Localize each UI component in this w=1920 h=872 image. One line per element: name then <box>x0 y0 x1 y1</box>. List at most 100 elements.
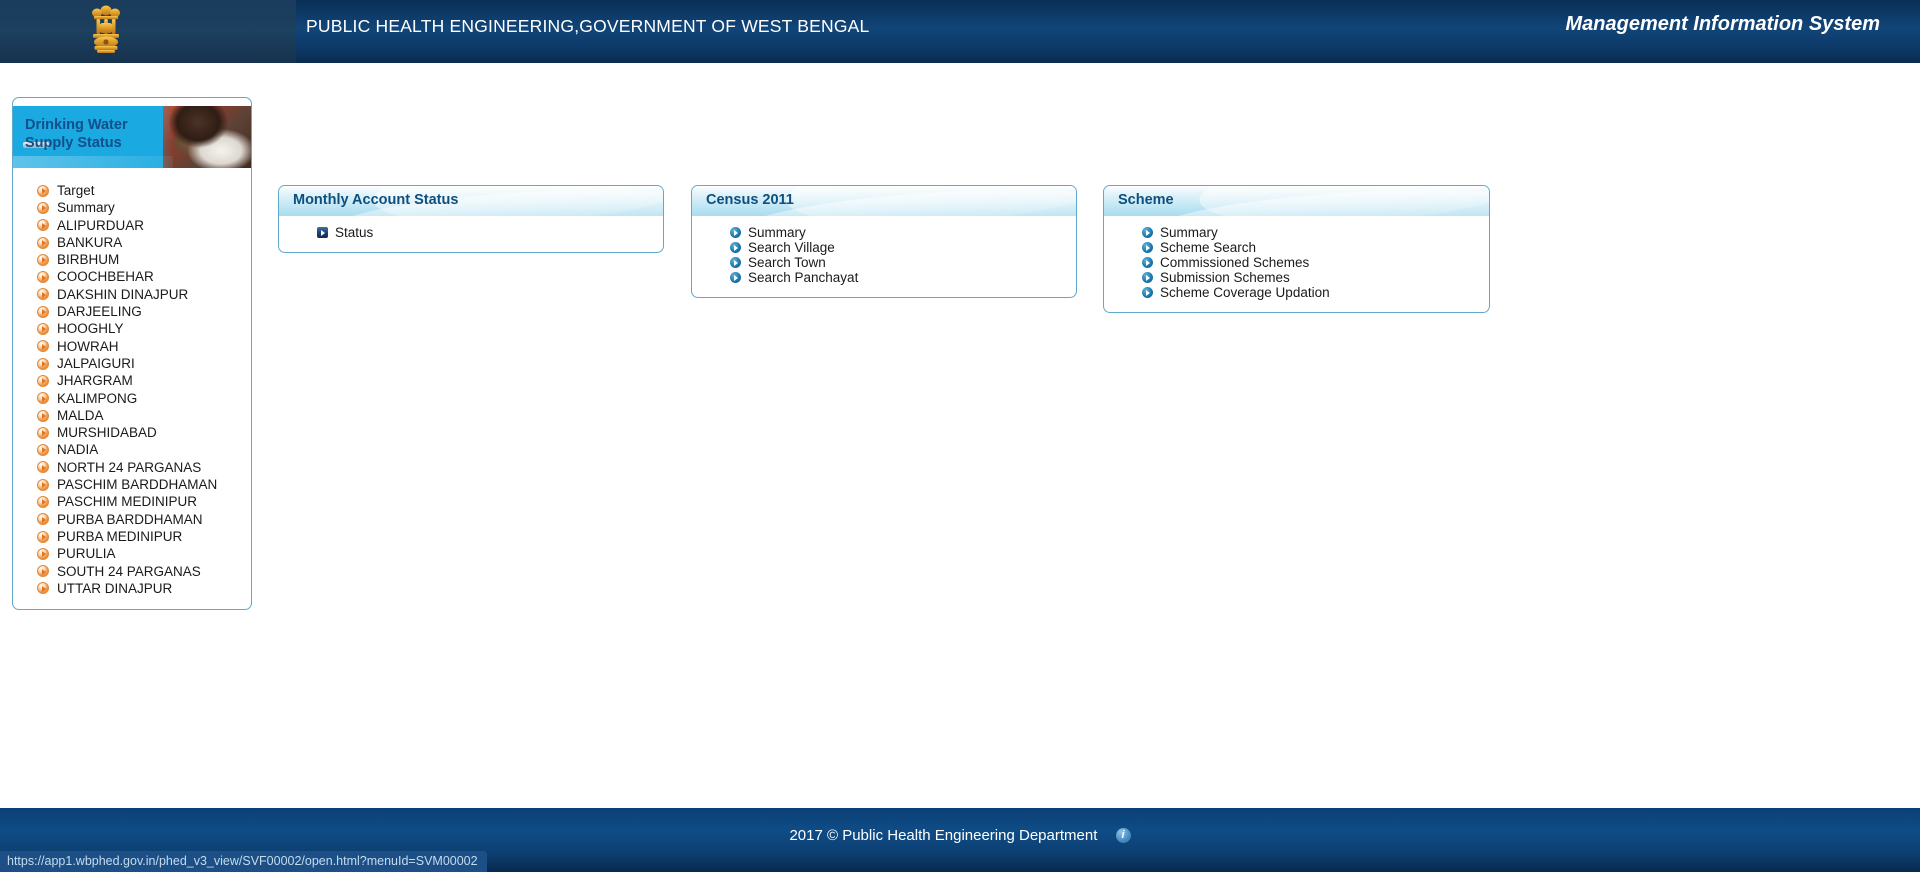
sidebar-menu-item[interactable]: NADIA <box>37 441 251 458</box>
sidebar-menu-item[interactable]: PURBA BARDDHAMAN <box>37 511 251 528</box>
sidebar-menu-item[interactable]: COOCHBEHAR <box>37 268 251 285</box>
orange-arrow-icon <box>37 495 49 508</box>
sidebar-menu-item[interactable]: HOOGHLY <box>37 320 251 337</box>
district-menu-list: Target Summary ALIPURDUAR BANKURA BIRBHUM COO… <box>13 168 251 609</box>
sidebar-menu-item-label: PASCHIM BARDDHAMAN <box>57 477 218 493</box>
sidebar-menu-item[interactable]: MALDA <box>37 407 251 424</box>
scheme-item[interactable]: Scheme Coverage Updation <box>1142 285 1489 300</box>
sidebar-menu-item[interactable]: DAKSHIN DINAJPUR <box>37 286 251 303</box>
census-2011-header: Census 2011 <box>692 186 1076 216</box>
panel-title: Monthly Account Status <box>293 192 459 208</box>
scheme-panel: Scheme Summary Scheme Search Commissioned … <box>1103 185 1490 313</box>
census-2011-panel: Census 2011 Summary Search Village Search … <box>691 185 1077 298</box>
sidebar-menu-item-label: MURSHIDABAD <box>57 425 157 441</box>
orange-arrow-icon <box>37 288 49 301</box>
census-2011-body: Summary Search Village Search Town Search P… <box>692 216 1076 297</box>
banner-bottom-strip <box>13 156 173 168</box>
census-2011-item[interactable]: Search Town <box>730 255 1076 270</box>
sidebar-menu-item-label: KALIMPONG <box>57 390 138 406</box>
sidebar-menu-item[interactable]: JHARGRAM <box>37 372 251 389</box>
sidebar-menu-item-label: NORTH 24 PARGANAS <box>57 459 202 475</box>
sidebar-menu-item[interactable]: JALPAIGURI <box>37 355 251 372</box>
sidebar-menu-item[interactable]: SOUTH 24 PARGANAS <box>37 563 251 580</box>
monthly-account-status-item-label: Status <box>335 225 374 240</box>
orange-arrow-icon <box>37 513 49 526</box>
sidebar-menu-item-label: SOUTH 24 PARGANAS <box>57 563 201 579</box>
sidebar-menu-item[interactable]: PURBA MEDINIPUR <box>37 528 251 545</box>
sidebar-menu-item-label: COOCHBEHAR <box>57 269 154 285</box>
sidebar-menu-item[interactable]: HOWRAH <box>37 338 251 355</box>
sidebar-menu-item[interactable]: Summary <box>37 199 251 216</box>
footer-copyright: 2017 © Public Health Engineering Departm… <box>789 826 1098 844</box>
census-2011-item[interactable]: Summary <box>730 225 1076 240</box>
sidebar-menu-item[interactable]: UTTAR DINAJPUR <box>37 580 251 597</box>
sidebar-menu-item[interactable]: MURSHIDABAD <box>37 424 251 441</box>
scheme-item[interactable]: Submission Schemes <box>1142 270 1489 285</box>
sidebar-menu-item-label: BIRBHUM <box>57 252 120 268</box>
sidebar-menu-item[interactable]: ALIPURDUAR <box>37 217 251 234</box>
orange-arrow-icon <box>37 409 49 422</box>
monthly-account-status-header: Monthly Account Status <box>279 186 663 216</box>
sidebar-menu-item[interactable]: BANKURA <box>37 234 251 251</box>
banner-title: Drinking Water Supply Status <box>25 117 128 151</box>
orange-arrow-icon <box>37 340 49 353</box>
scheme-item[interactable]: Scheme Search <box>1142 240 1489 255</box>
sidebar-menu-item[interactable]: Target <box>37 182 251 199</box>
sidebar-menu-item[interactable]: PASCHIM MEDINIPUR <box>37 493 251 510</box>
scheme-header: Scheme <box>1104 186 1489 216</box>
scheme-item[interactable]: Commissioned Schemes <box>1142 255 1489 270</box>
sidebar-menu-item-label: PASCHIM MEDINIPUR <box>57 494 198 510</box>
sidebar-menu-item[interactable]: PURULIA <box>37 545 251 562</box>
browser-status-bar-url: https://app1.wbphed.gov.in/phed_v3_view/… <box>0 851 487 872</box>
sidebar-menu-item-label: MALDA <box>57 407 104 423</box>
monthly-account-status-list: Status <box>279 225 663 240</box>
sidebar-menu-item-label: ALIPURDUAR <box>57 217 145 233</box>
orange-arrow-icon <box>37 184 49 197</box>
main-content: Drinking Water Supply Status Target Summa… <box>0 63 1920 808</box>
blue-arrow-icon <box>730 257 741 268</box>
sidebar-menu-item-label: BANKURA <box>57 234 123 250</box>
sidebar-menu-item[interactable]: NORTH 24 PARGANAS <box>37 459 251 476</box>
sidebar-menu-item-label: DAKSHIN DINAJPUR <box>57 286 189 302</box>
orange-arrow-icon <box>37 253 49 266</box>
blue-arrow-icon <box>730 272 741 283</box>
census-2011-item-label: Summary <box>748 225 806 240</box>
drinking-water-banner: Drinking Water Supply Status <box>13 106 251 168</box>
header-emblem-block <box>0 0 296 63</box>
scheme-body: Summary Scheme Search Commissioned Schemes… <box>1104 216 1489 312</box>
app-header: PUBLIC HEALTH ENGINEERING,GOVERNMENT OF … <box>0 0 1920 63</box>
scheme-item-label: Summary <box>1160 225 1218 240</box>
monthly-account-status-body: Status <box>279 216 663 252</box>
census-2011-item-label: Search Panchayat <box>748 270 859 285</box>
sidebar-menu-item-label: Summary <box>57 200 115 216</box>
orange-arrow-icon <box>37 323 49 336</box>
orange-arrow-icon <box>37 374 49 387</box>
blue-arrow-icon <box>730 242 741 253</box>
sidebar-menu-item[interactable]: DARJEELING <box>37 303 251 320</box>
scheme-item[interactable]: Summary <box>1142 225 1489 240</box>
sidebar-menu-item-label: JHARGRAM <box>57 373 133 389</box>
blue-arrow-icon <box>1142 227 1153 238</box>
blue-arrow-icon <box>1142 257 1153 268</box>
info-icon[interactable] <box>1115 827 1131 843</box>
header-mis-label: Management Information System <box>1565 13 1880 35</box>
census-2011-item[interactable]: Search Panchayat <box>730 270 1076 285</box>
census-2011-item-label: Search Town <box>748 255 826 270</box>
orange-arrow-icon <box>37 582 49 595</box>
census-2011-item[interactable]: Search Village <box>730 240 1076 255</box>
scheme-item-label: Scheme Coverage Updation <box>1160 285 1330 300</box>
orange-arrow-icon <box>37 201 49 214</box>
sidebar-menu-item[interactable]: BIRBHUM <box>37 251 251 268</box>
scheme-list: Summary Scheme Search Commissioned Schemes… <box>1104 225 1489 300</box>
monthly-account-status-item[interactable]: Status <box>317 225 663 240</box>
header-title: PUBLIC HEALTH ENGINEERING,GOVERNMENT OF … <box>306 16 870 36</box>
scheme-item-label: Submission Schemes <box>1160 270 1290 285</box>
orange-arrow-icon <box>37 271 49 284</box>
blue-arrow-icon <box>730 227 741 238</box>
sidebar-menu-item-label: PURBA MEDINIPUR <box>57 528 183 544</box>
blue-arrow-icon <box>1142 242 1153 253</box>
sidebar-menu-item[interactable]: PASCHIM BARDDHAMAN <box>37 476 251 493</box>
navy-arrow-icon <box>317 227 328 238</box>
sidebar-menu-item[interactable]: KALIMPONG <box>37 390 251 407</box>
blue-arrow-icon <box>1142 287 1153 298</box>
